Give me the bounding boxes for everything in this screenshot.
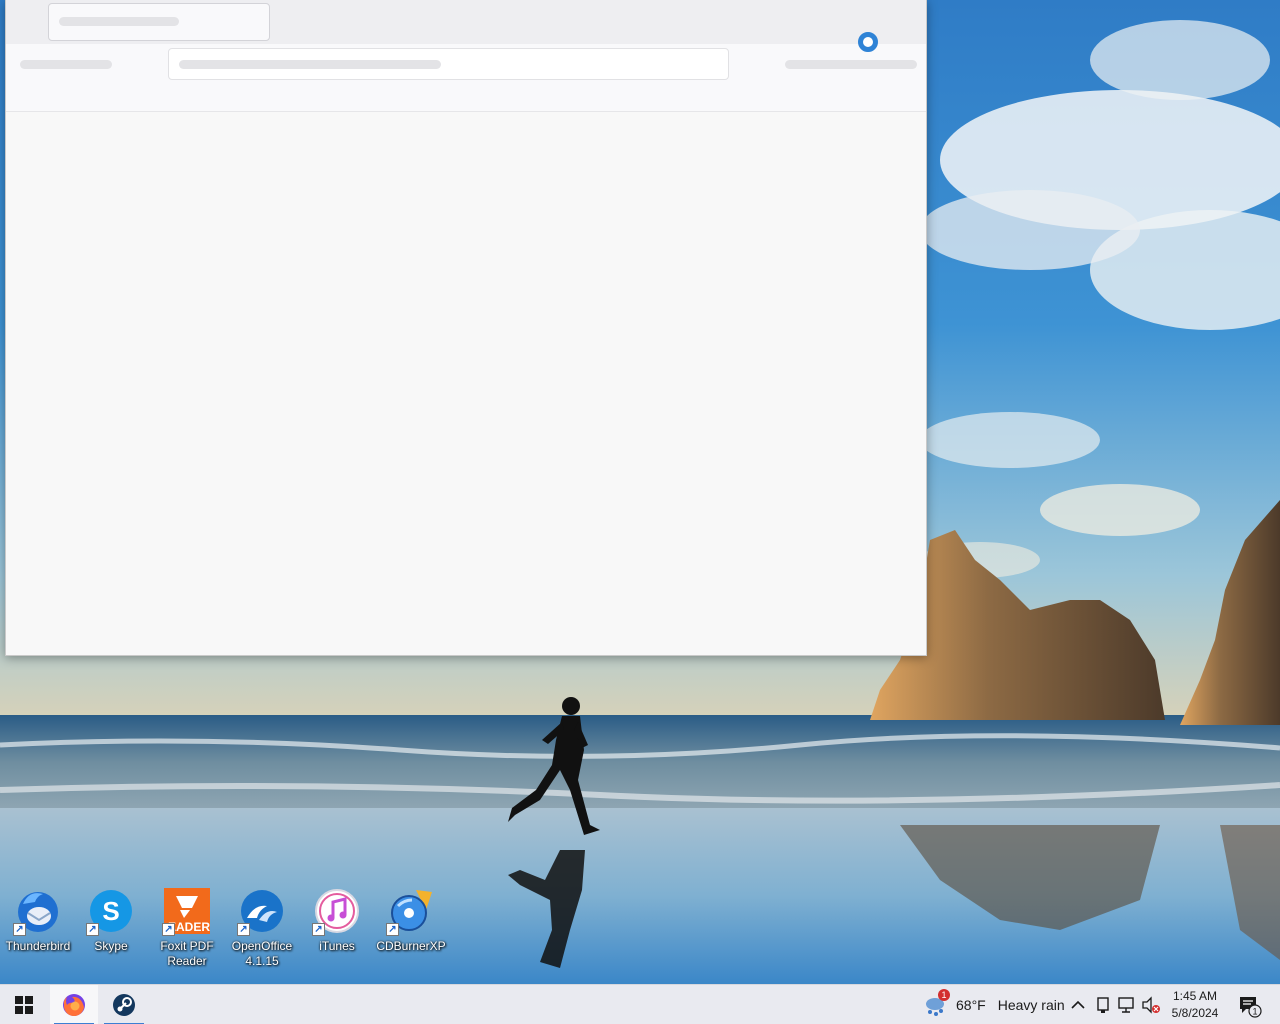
foxit-reader-icon: EADER ↗ <box>162 886 212 936</box>
desktop-icon-label: OpenOffice 4.1.15 <box>231 939 293 968</box>
windows-logo-icon <box>15 996 33 1014</box>
toolbar-actions-placeholder <box>785 60 917 69</box>
nav-buttons-placeholder <box>20 60 112 69</box>
page-content-area <box>6 113 926 655</box>
shortcut-arrow-icon: ↗ <box>237 923 250 936</box>
address-bar-placeholder[interactable] <box>168 48 729 80</box>
desktop-icon-skype[interactable]: S ↗ Skype <box>74 886 148 976</box>
weather-alert-badge: 1 <box>938 989 950 1001</box>
taskbar-clock[interactable]: 1:45 AM 5/8/2024 <box>1166 988 1224 1022</box>
weather-condition: Heavy rain <box>997 997 1065 1013</box>
loading-spinner-icon <box>858 32 878 52</box>
svg-text:S: S <box>102 896 119 926</box>
weather-temperature: 68°F <box>956 997 986 1013</box>
start-button[interactable] <box>0 985 48 1024</box>
steam-icon <box>113 994 135 1016</box>
desktop-icon-label: Skype <box>94 939 128 953</box>
clock-date: 5/8/2024 <box>1171 1006 1219 1020</box>
shortcut-arrow-icon: ↗ <box>13 923 26 936</box>
clock-time: 1:45 AM <box>1172 989 1218 1003</box>
desktop-icon-openoffice[interactable]: ↗ OpenOffice 4.1.15 <box>225 886 299 976</box>
notification-icon: 1 <box>1240 997 1262 1018</box>
network-icon[interactable] <box>1117 995 1137 1015</box>
device-tray-icon[interactable] <box>1093 995 1113 1015</box>
window-titlebar[interactable] <box>6 0 926 44</box>
desktop-icon-label: CDBurnerXP <box>376 939 446 953</box>
openoffice-icon: ↗ <box>237 886 287 936</box>
tab-placeholder[interactable] <box>48 3 270 41</box>
firefox-icon <box>63 994 85 1017</box>
taskbar: 1 68°F Heavy rain 1:45 AM 5/8/2024 1 <box>0 984 1280 1024</box>
tab-title-placeholder <box>59 17 179 26</box>
shortcut-arrow-icon: ↗ <box>312 923 325 936</box>
taskbar-steam-button[interactable] <box>100 985 148 1024</box>
desktop-icon-label: iTunes <box>319 939 355 953</box>
shortcut-arrow-icon: ↗ <box>162 923 175 936</box>
cdburnerxp-icon: ↗ <box>386 886 436 936</box>
shortcut-arrow-icon: ↗ <box>86 923 99 936</box>
browser-window-loading[interactable] <box>5 0 927 656</box>
skype-icon: S ↗ <box>86 886 136 936</box>
weather-rain-icon: 1 <box>922 989 950 1018</box>
volume-muted-icon[interactable] <box>1141 995 1161 1015</box>
taskbar-firefox-button[interactable] <box>50 985 98 1024</box>
svg-text:1: 1 <box>1252 1007 1257 1017</box>
desktop-icon-itunes[interactable]: ↗ iTunes <box>300 886 374 976</box>
navigation-toolbar <box>6 44 926 112</box>
desktop-icon-label: Thunderbird <box>5 939 71 953</box>
url-text-placeholder <box>179 60 441 69</box>
shortcut-arrow-icon: ↗ <box>386 923 399 936</box>
desktop-icon-cdburnerxp[interactable]: ↗ CDBurnerXP <box>374 886 448 976</box>
desktop-icon-thunderbird[interactable]: ↗ Thunderbird <box>1 886 75 976</box>
desktop-icon-label: Foxit PDF Reader <box>160 939 214 968</box>
weather-widget[interactable]: 1 68°F Heavy rain <box>922 985 1065 1024</box>
itunes-icon: ↗ <box>312 886 362 936</box>
desktop-icon-foxit-reader[interactable]: EADER ↗ Foxit PDF Reader <box>150 886 224 976</box>
action-center-button[interactable]: 1 <box>1238 994 1262 1018</box>
show-hidden-icons-chevron-icon[interactable] <box>1068 995 1088 1015</box>
thunderbird-icon: ↗ <box>13 886 63 936</box>
